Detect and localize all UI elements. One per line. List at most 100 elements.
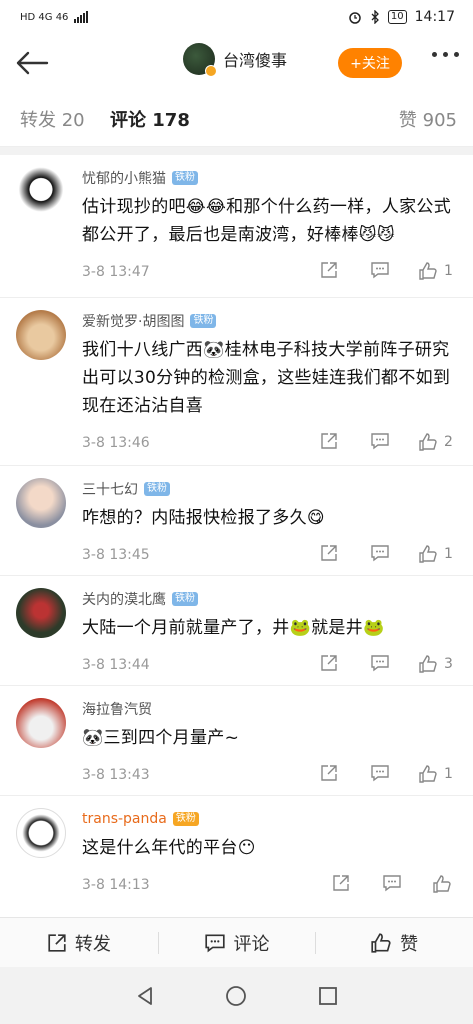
avatar[interactable] [16, 310, 66, 360]
status-right: 10 14:17 [348, 9, 455, 25]
comment-item: 关内的漠北鹰 铁粉 大陆一个月前就量产了，井🐸就是井🐸 3-8 13:44 3 [0, 576, 473, 686]
comment-author[interactable]: 关内的漠北鹰 [82, 589, 166, 609]
comment-button[interactable]: 评论 [157, 918, 316, 967]
thumbs-up-icon [433, 875, 451, 893]
comment-icon [371, 545, 389, 562]
thumbs-up-icon [419, 262, 437, 280]
comment-time: 3-8 13:44 [82, 657, 150, 673]
repost-label: 转发 [74, 933, 111, 955]
comment-icon [204, 933, 225, 952]
share-icon [48, 933, 66, 952]
comment-time: 3-8 13:47 [82, 264, 150, 280]
comment-icon [371, 433, 389, 450]
reply-button[interactable] [370, 544, 390, 562]
share-icon [321, 433, 337, 449]
signal-icon [74, 11, 89, 23]
battery-indicator: 10 [387, 10, 407, 24]
fan-badge: 铁粉 [144, 482, 170, 496]
tab-repost[interactable]: 转发 20 [20, 106, 85, 132]
share-button[interactable] [320, 654, 338, 672]
like-post-button[interactable]: 赞 [315, 918, 473, 967]
reply-button[interactable] [382, 874, 402, 892]
reply-button[interactable] [370, 432, 390, 450]
share-button[interactable] [320, 544, 338, 562]
comment-text: 🐼三到四个月量产~ [82, 728, 240, 748]
nav-recents-icon[interactable] [317, 985, 339, 1007]
avatar[interactable] [16, 167, 66, 217]
comment-item: trans-panda 铁粉 这是什么年代的平台😶 3-8 14:13 [0, 796, 473, 896]
tab-bar: 转发 20 评论 178 赞 905 [0, 92, 473, 147]
like-button[interactable]: 1 [418, 764, 453, 784]
status-left: HD 4G 46 [20, 11, 89, 23]
like-label: 赞 [400, 933, 419, 955]
like-button[interactable]: 3 [418, 654, 453, 674]
comment-author[interactable]: trans-panda [82, 811, 167, 827]
fan-badge: 铁粉 [172, 592, 198, 606]
comment-author[interactable]: 三十七幻 [82, 479, 138, 499]
share-button[interactable] [320, 432, 338, 450]
share-icon [333, 875, 349, 891]
avatar[interactable] [16, 478, 66, 528]
tab-comment[interactable]: 评论 178 [110, 106, 190, 132]
comment-time: 3-8 13:46 [82, 435, 150, 451]
comment-item: 三十七幻 铁粉 咋想的？内陆报快检报了多久😋 3-8 13:45 1 [0, 466, 473, 576]
alarm-icon [349, 12, 361, 24]
like-button[interactable]: 1 [418, 544, 453, 564]
share-button[interactable] [320, 764, 338, 782]
comment-icon [371, 655, 389, 672]
comment-text: 大陆一个月前就量产了，井🐸就是井🐸 [82, 618, 385, 638]
more-menu-button[interactable] [432, 52, 459, 57]
thumbs-up-icon [419, 655, 437, 673]
comment-icon [383, 875, 401, 892]
like-button[interactable]: 2 [418, 432, 453, 452]
like-count: 1 [444, 546, 453, 562]
comment-text: 这是什么年代的平台😶 [82, 838, 256, 858]
comment-author[interactable]: 海拉鲁汽贸 [82, 699, 152, 719]
system-nav-bar [0, 967, 473, 1024]
status-bar: HD 4G 46 10 14:17 [0, 0, 473, 34]
clock: 14:17 [414, 9, 455, 25]
fan-badge: 铁粉 [172, 812, 199, 826]
avatar[interactable] [16, 698, 66, 748]
reply-button[interactable] [370, 764, 390, 782]
comment-list: 忧郁的小熊猫 铁粉 估计现抄的吧😂😂和那个什么药一样，人家公式都公开了，最后也是南… [0, 155, 473, 896]
like-count: 2 [444, 434, 453, 450]
section-divider [0, 147, 473, 155]
thumbs-up-icon [371, 932, 391, 953]
follow-button[interactable]: +关注 [338, 48, 402, 78]
comment-author[interactable]: 忧郁的小熊猫 [82, 168, 166, 188]
comment-item: 海拉鲁汽贸 🐼三到四个月量产~ 3-8 13:43 1 [0, 686, 473, 796]
comment-icon [371, 262, 389, 279]
like-button[interactable] [432, 874, 458, 894]
comment-text: 咋想的？内陆报快检报了多久😋 [82, 508, 325, 528]
verified-badge-icon [205, 65, 217, 77]
comment-icon [371, 765, 389, 782]
comment-author[interactable]: 爱新觉罗·胡图图 [82, 311, 184, 331]
like-button[interactable]: 1 [418, 261, 453, 281]
back-button[interactable] [12, 43, 52, 83]
share-icon [321, 262, 337, 278]
repost-button[interactable]: 转发 [0, 918, 158, 967]
nav-back-icon[interactable] [134, 985, 156, 1007]
avatar[interactable] [16, 808, 66, 858]
share-button[interactable] [332, 874, 350, 892]
bottom-action-bar: 转发 评论 赞 [0, 917, 473, 967]
top-nav: 台湾傻事 +关注 [0, 34, 473, 92]
back-arrow-icon [16, 51, 49, 75]
comment-time: 3-8 13:45 [82, 547, 150, 563]
bluetooth-icon [371, 10, 379, 24]
network-indicator: HD 4G 46 [20, 11, 69, 23]
nav-home-icon[interactable] [224, 984, 248, 1008]
like-count: 1 [444, 263, 453, 279]
account-header[interactable]: 台湾傻事 [183, 43, 287, 77]
share-icon [321, 545, 337, 561]
reply-button[interactable] [370, 261, 390, 279]
tab-like[interactable]: 赞 905 [399, 106, 457, 132]
account-name[interactable]: 台湾傻事 [223, 47, 287, 71]
share-button[interactable] [320, 261, 338, 279]
reply-button[interactable] [370, 654, 390, 672]
like-count: 3 [444, 656, 453, 672]
account-avatar[interactable] [183, 43, 217, 77]
fan-badge: 铁粉 [190, 314, 217, 328]
avatar[interactable] [16, 588, 66, 638]
